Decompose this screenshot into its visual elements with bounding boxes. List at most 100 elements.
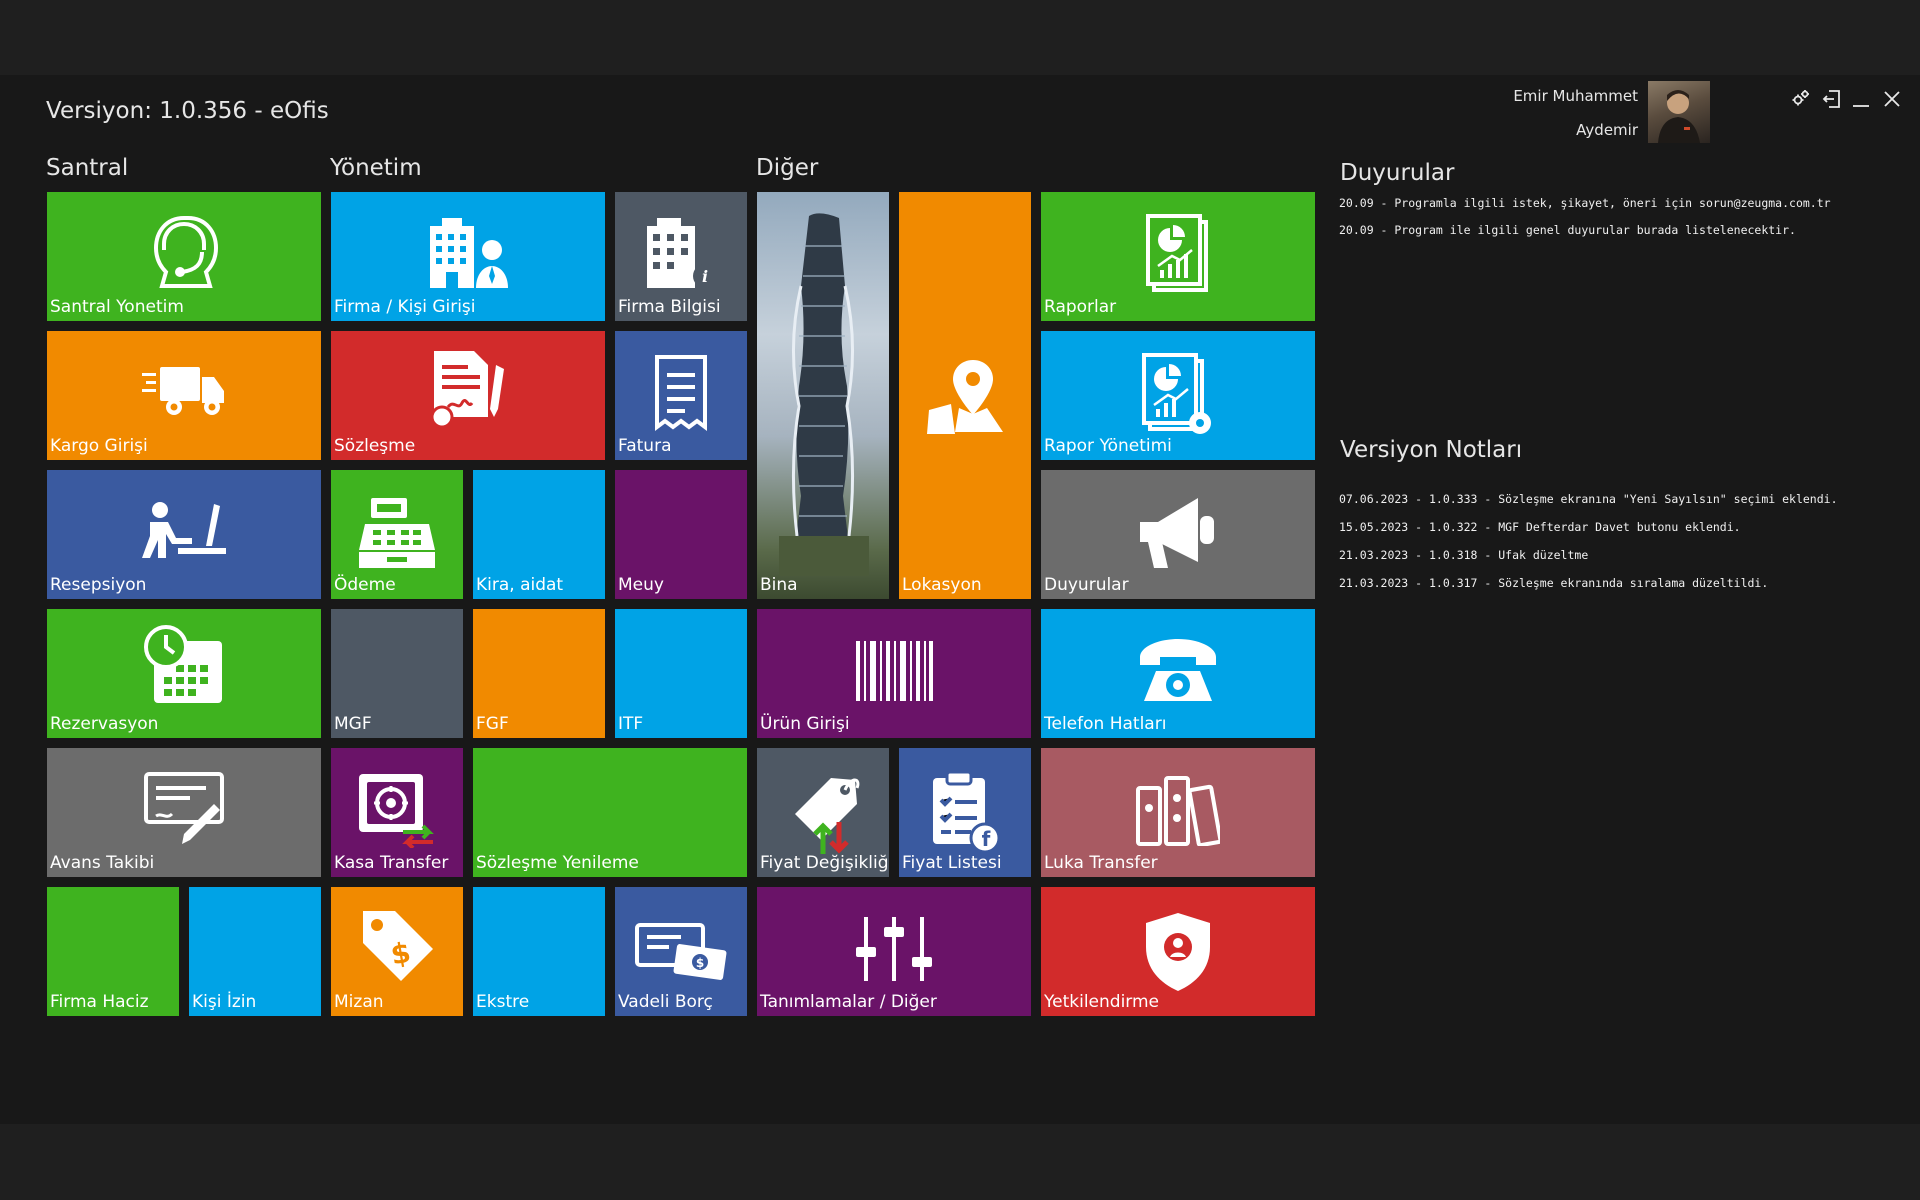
tile-fiyat-degisikligi[interactable]: Fiyat Değişikliği	[757, 748, 889, 877]
announcement-item: 20.09 - Program ile ilgili genel duyurul…	[1339, 223, 1796, 237]
telephone-icon	[1136, 635, 1220, 707]
tile-kisi-izin[interactable]: Kişi İzin	[189, 887, 321, 1016]
tile-firma-kisi-girisi[interactable]: Firma / Kişi Girişi	[331, 192, 605, 321]
tile-urun-girisi[interactable]: Ürün Girişi	[757, 609, 1031, 738]
tile-label: Sözleşme Yenileme	[476, 853, 639, 873]
tile-label: Raporlar	[1044, 297, 1117, 317]
tile-label: Sözleşme	[334, 436, 416, 456]
tile-resepsiyon[interactable]: Resepsiyon	[47, 470, 321, 599]
minimize-icon[interactable]	[1849, 87, 1873, 111]
tile-mgf[interactable]: MGF	[331, 609, 463, 738]
tile-label: Avans Takibi	[50, 853, 155, 873]
group-title-yonetim: Yönetim	[330, 155, 422, 181]
tile-vadeli-borc[interactable]: $ Vadeli Borç	[615, 887, 747, 1016]
tile-santral-yonetim[interactable]: Santral Yonetim	[47, 192, 321, 321]
tile-lokasyon[interactable]: Lokasyon	[899, 192, 1031, 599]
tile-meuy[interactable]: Meuy	[615, 470, 747, 599]
headset-operator-icon	[142, 212, 226, 292]
svg-text:$: $	[696, 956, 704, 970]
tile-label: Kira, aidat	[476, 575, 564, 595]
report-settings-icon	[1142, 353, 1214, 437]
user-first-name: Emir Muhammet	[1513, 87, 1638, 105]
close-icon[interactable]	[1880, 87, 1904, 111]
check-money-icon: $	[635, 921, 727, 981]
tile-label: Lokasyon	[902, 575, 982, 595]
price-tag-icon: $	[357, 905, 437, 985]
settings-icon[interactable]	[1789, 87, 1813, 111]
tile-label: Kasa Transfer	[334, 853, 449, 873]
tile-label: Bina	[760, 575, 798, 595]
announcements-title: Duyurular	[1340, 160, 1455, 186]
tile-luka-transfer[interactable]: Luka Transfer	[1041, 748, 1315, 877]
tile-tanimlamalar[interactable]: Tanımlamalar / Diğer	[757, 887, 1031, 1016]
tile-label: Telefon Hatları	[1044, 714, 1167, 734]
top-band	[0, 0, 1920, 75]
tile-fgf[interactable]: FGF	[473, 609, 605, 738]
release-note-item: 21.03.2023 - 1.0.317 - Sözleşme ekranınd…	[1339, 576, 1769, 590]
tile-label: Ekstre	[476, 992, 530, 1012]
tile-label: Firma Bilgisi	[618, 297, 721, 317]
tile-label: Rapor Yönetimi	[1044, 436, 1172, 456]
tile-odeme[interactable]: Ödeme	[331, 470, 463, 599]
tile-bina[interactable]: Bina	[757, 192, 889, 599]
tile-telefon-hatlari[interactable]: Telefon Hatları	[1041, 609, 1315, 738]
release-note-item: 07.06.2023 - 1.0.333 - Sözleşme ekranına…	[1339, 492, 1838, 506]
barcode-icon	[854, 641, 934, 701]
contract-pen-icon	[426, 347, 510, 431]
tile-mizan[interactable]: $ Mizan	[331, 887, 463, 1016]
tile-label: Yetkilendirme	[1044, 992, 1159, 1012]
tile-yetkilendirme[interactable]: Yetkilendirme	[1041, 887, 1315, 1016]
megaphone-icon	[1136, 494, 1220, 574]
tile-rezervasyon[interactable]: Rezervasyon	[47, 609, 321, 738]
tile-duyurular[interactable]: Duyurular	[1041, 470, 1315, 599]
tile-raporlar[interactable]: Raporlar	[1041, 192, 1315, 321]
tile-fiyat-listesi[interactable]: f Fiyat Listesi	[899, 748, 1031, 877]
tile-sozlesme[interactable]: Sözleşme	[331, 331, 605, 460]
report-chart-icon	[1146, 214, 1210, 294]
logout-icon[interactable]	[1820, 87, 1844, 111]
tile-ekstre[interactable]: Ekstre	[473, 887, 605, 1016]
tile-kira-aidat[interactable]: Kira, aidat	[473, 470, 605, 599]
signed-document-icon	[142, 770, 226, 846]
tile-label: Fatura	[618, 436, 672, 456]
tile-label: Luka Transfer	[1044, 853, 1158, 873]
tile-kasa-transfer[interactable]: Kasa Transfer	[331, 748, 463, 877]
user-avatar[interactable]	[1648, 81, 1710, 143]
building-info-icon: i	[643, 218, 719, 290]
release-note-item: 21.03.2023 - 1.0.318 - Ufak düzeltme	[1339, 548, 1589, 562]
tile-fatura[interactable]: Fatura	[615, 331, 747, 460]
tile-firma-haciz[interactable]: Firma Haciz	[47, 887, 179, 1016]
tile-sozlesme-yenileme[interactable]: Sözleşme Yenileme	[473, 748, 747, 877]
price-change-icon	[781, 772, 865, 856]
tile-label: Vadeli Borç	[618, 992, 713, 1012]
cash-register-icon	[357, 494, 437, 570]
tile-firma-bilgisi[interactable]: i Firma Bilgisi	[615, 192, 747, 321]
announcement-item: 20.09 - Programla ilgili istek, şikayet,…	[1339, 196, 1831, 210]
delivery-truck-icon	[142, 361, 226, 421]
tile-label: Ürün Girişi	[760, 714, 850, 734]
tile-kargo-girisi[interactable]: Kargo Girişi	[47, 331, 321, 460]
tile-label: Resepsiyon	[50, 575, 147, 595]
tile-label: Kişi İzin	[192, 992, 257, 1012]
tile-rapor-yonetimi[interactable]: Rapor Yönetimi	[1041, 331, 1315, 460]
group-title-diger: Diğer	[756, 155, 819, 181]
reception-desk-icon	[142, 498, 226, 562]
clipboard-list-icon: f	[929, 770, 1001, 854]
tile-avans-takibi[interactable]: Avans Takibi	[47, 748, 321, 877]
tile-label: Ödeme	[334, 575, 396, 595]
receipt-icon	[653, 355, 709, 431]
shield-user-icon	[1142, 911, 1214, 993]
sliders-icon	[854, 917, 934, 981]
binders-icon	[1136, 774, 1220, 846]
tile-label: MGF	[334, 714, 372, 734]
tile-label: Fiyat Değişikliği	[760, 853, 889, 873]
building-person-icon	[426, 216, 510, 292]
svg-text:f: f	[982, 827, 991, 851]
tile-itf[interactable]: ITF	[615, 609, 747, 738]
tower-image	[779, 206, 869, 580]
calendar-clock-icon	[142, 623, 226, 707]
tile-label: Rezervasyon	[50, 714, 159, 734]
tile-label: Kargo Girişi	[50, 436, 148, 456]
release-note-item: 15.05.2023 - 1.0.322 - MGF Defterdar Dav…	[1339, 520, 1741, 534]
tile-label: ITF	[618, 714, 644, 734]
